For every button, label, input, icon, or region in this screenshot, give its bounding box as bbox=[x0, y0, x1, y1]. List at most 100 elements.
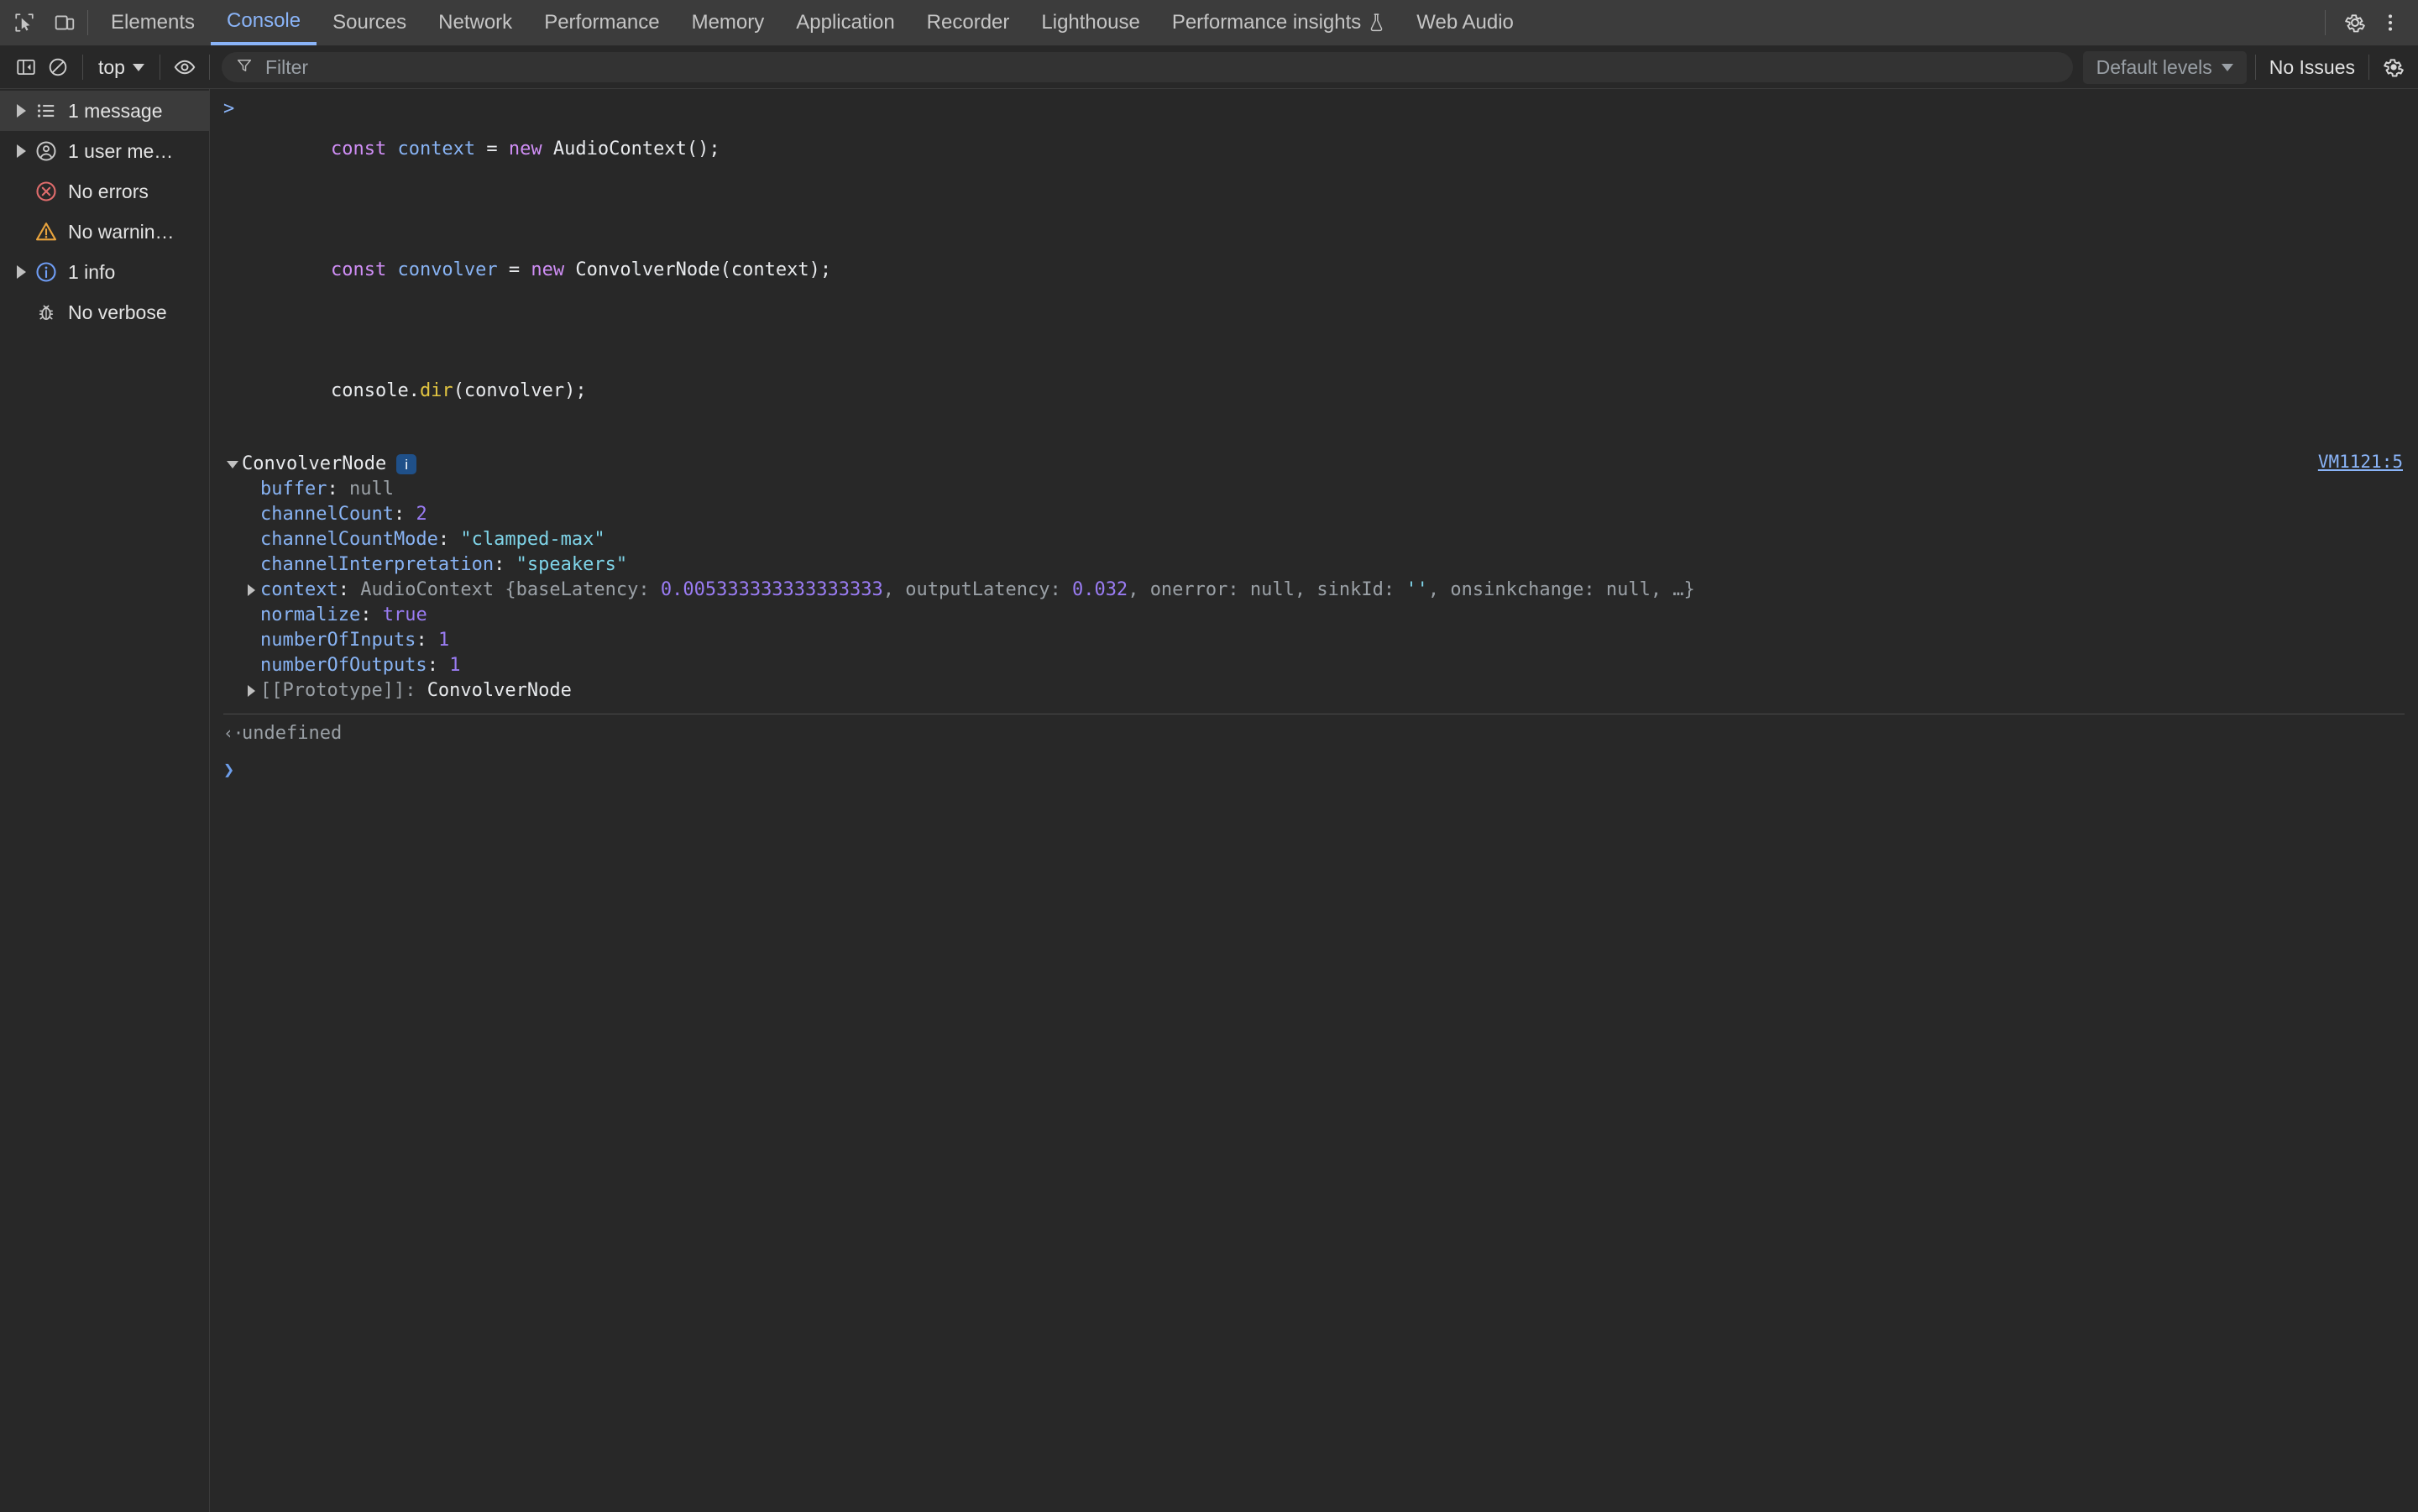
property-value: "clamped-max" bbox=[460, 529, 605, 550]
more-vertical-icon[interactable] bbox=[2374, 7, 2406, 39]
sidebar-item-user-messages[interactable]: 1 user me… bbox=[0, 131, 209, 171]
tab-elements[interactable]: Elements bbox=[95, 0, 211, 45]
property-key: numberOfInputs bbox=[260, 630, 416, 651]
token: convolver bbox=[397, 259, 498, 280]
gear-icon[interactable] bbox=[2339, 7, 2371, 39]
sidebar-toggle-icon[interactable] bbox=[10, 51, 42, 83]
console-output-panel[interactable]: > const context = new AudioContext(); co… bbox=[210, 89, 2418, 1512]
console-input-code: const convolver = new ConvolverNode(cont… bbox=[242, 210, 831, 331]
console-toolbar: top Filter Default levels No Issues bbox=[0, 46, 2418, 89]
tab-label: Performance bbox=[544, 11, 660, 34]
console-filter-box[interactable]: Filter bbox=[221, 52, 2073, 82]
token: dir bbox=[419, 380, 453, 401]
tabbar-divider bbox=[87, 10, 88, 35]
live-expression-eye-icon[interactable] bbox=[169, 51, 201, 83]
sidebar-item-errors[interactable]: No errors bbox=[0, 171, 209, 212]
sidebar-item-messages[interactable]: 1 message bbox=[0, 91, 209, 131]
clear-console-icon[interactable] bbox=[42, 51, 74, 83]
input-prompt-spacer bbox=[223, 210, 242, 250]
rich-4: , bbox=[882, 579, 906, 600]
tab-recorder[interactable]: Recorder bbox=[911, 0, 1026, 45]
toolbar-divider-5 bbox=[2368, 55, 2369, 80]
object-property-row[interactable]: normalize: true bbox=[223, 603, 2408, 628]
object-property-row[interactable]: numberOfOutputs: 1 bbox=[223, 653, 2408, 678]
rich-16: , bbox=[1427, 579, 1451, 600]
rich-12: , bbox=[1294, 579, 1317, 600]
token: = bbox=[497, 259, 531, 280]
console-result-line: ‹· undefined bbox=[210, 714, 2418, 751]
devtools-tabbar: Elements Console Sources Network Perform… bbox=[0, 0, 2418, 46]
tab-label: Recorder bbox=[926, 11, 1010, 34]
return-arrow-icon: ‹· bbox=[223, 723, 244, 743]
token: AudioContext(); bbox=[552, 139, 720, 160]
property-separator: : bbox=[437, 529, 461, 550]
log-levels-selector[interactable]: Default levels bbox=[2082, 50, 2247, 84]
property-key: context bbox=[260, 579, 338, 600]
expand-triangle-icon[interactable] bbox=[242, 584, 260, 596]
object-property-row[interactable]: numberOfInputs: 1 bbox=[223, 628, 2408, 653]
rich-1: baseLatency bbox=[516, 579, 639, 600]
tab-label: Console bbox=[227, 9, 301, 32]
token: new bbox=[531, 259, 565, 280]
expand-triangle-icon[interactable] bbox=[242, 685, 260, 697]
property-value: ConvolverNode bbox=[427, 680, 572, 701]
console-prompt-line[interactable]: ❯ bbox=[210, 751, 2418, 788]
execution-context-label: top bbox=[98, 55, 125, 78]
console-input-line: console.dir(convolver); bbox=[210, 331, 2418, 452]
tab-console[interactable]: Console bbox=[211, 0, 317, 45]
property-key: [[Prototype]] bbox=[260, 680, 406, 701]
rich-14: : bbox=[1383, 579, 1406, 600]
tab-web-audio[interactable]: Web Audio bbox=[1400, 0, 1530, 45]
property-value: 1 bbox=[437, 630, 450, 651]
property-separator: : bbox=[393, 504, 416, 525]
tab-label: Elements bbox=[111, 11, 196, 34]
object-property-row[interactable]: channelInterpretation: "speakers" bbox=[223, 552, 2408, 578]
execution-context-selector[interactable]: top bbox=[92, 53, 151, 82]
tab-application[interactable]: Application bbox=[780, 0, 910, 45]
token: ConvolverNode(context); bbox=[575, 259, 832, 280]
property-value: "speakers" bbox=[516, 554, 628, 575]
tab-label: Network bbox=[438, 11, 513, 34]
object-property-row-context[interactable]: context: AudioContext {baseLatency: 0.00… bbox=[223, 578, 2408, 603]
device-toolbar-icon[interactable] bbox=[49, 7, 81, 39]
info-icon bbox=[32, 260, 60, 284]
chevron-down-icon bbox=[132, 63, 144, 71]
rich-3: 0.005333333333333333 bbox=[660, 579, 883, 600]
issues-counter[interactable]: No Issues bbox=[2264, 53, 2360, 82]
rich-15: '' bbox=[1405, 579, 1428, 600]
property-key: channelInterpretation bbox=[260, 554, 495, 575]
tab-label: Performance insights bbox=[1171, 11, 1362, 34]
sidebar-item-warnings[interactable]: No warnin… bbox=[0, 212, 209, 252]
expand-triangle-icon[interactable] bbox=[10, 144, 32, 158]
chevron-down-icon bbox=[2221, 63, 2233, 71]
property-key: buffer bbox=[260, 479, 327, 500]
sidebar-item-verbose[interactable]: No verbose bbox=[0, 292, 209, 332]
sidebar-item-info[interactable]: 1 info bbox=[0, 252, 209, 292]
tab-lighthouse[interactable]: Lighthouse bbox=[1025, 0, 1155, 45]
token: const bbox=[330, 139, 387, 160]
object-property-row[interactable]: buffer: null bbox=[223, 477, 2408, 502]
source-location-link[interactable]: VM1121:5 bbox=[2318, 452, 2403, 472]
object-prototype-row[interactable]: [[Prototype]]: ConvolverNode bbox=[223, 678, 2408, 704]
info-badge-icon[interactable]: i bbox=[396, 454, 417, 474]
inspect-cursor-icon[interactable] bbox=[8, 7, 40, 39]
experimental-flask-icon bbox=[1369, 13, 1384, 32]
tab-network[interactable]: Network bbox=[422, 0, 528, 45]
object-header-row[interactable]: ConvolverNode i bbox=[223, 452, 2408, 477]
object-property-row[interactable]: channelCount: 2 bbox=[223, 502, 2408, 527]
tab-sources[interactable]: Sources bbox=[317, 0, 422, 45]
tab-performance-insights[interactable]: Performance insights bbox=[1156, 0, 1400, 45]
console-input-line: > const context = new AudioContext(); bbox=[210, 89, 2418, 210]
collapse-triangle-icon[interactable] bbox=[223, 460, 242, 468]
rich-6: : bbox=[1049, 579, 1072, 600]
tab-performance[interactable]: Performance bbox=[528, 0, 675, 45]
gear-icon[interactable] bbox=[2378, 51, 2410, 83]
expand-triangle-icon[interactable] bbox=[10, 265, 32, 279]
input-prompt-spacer bbox=[223, 331, 242, 371]
expand-triangle-icon[interactable] bbox=[10, 104, 32, 118]
tab-memory[interactable]: Memory bbox=[676, 0, 781, 45]
object-property-row[interactable]: channelCountMode: "clamped-max" bbox=[223, 527, 2408, 552]
